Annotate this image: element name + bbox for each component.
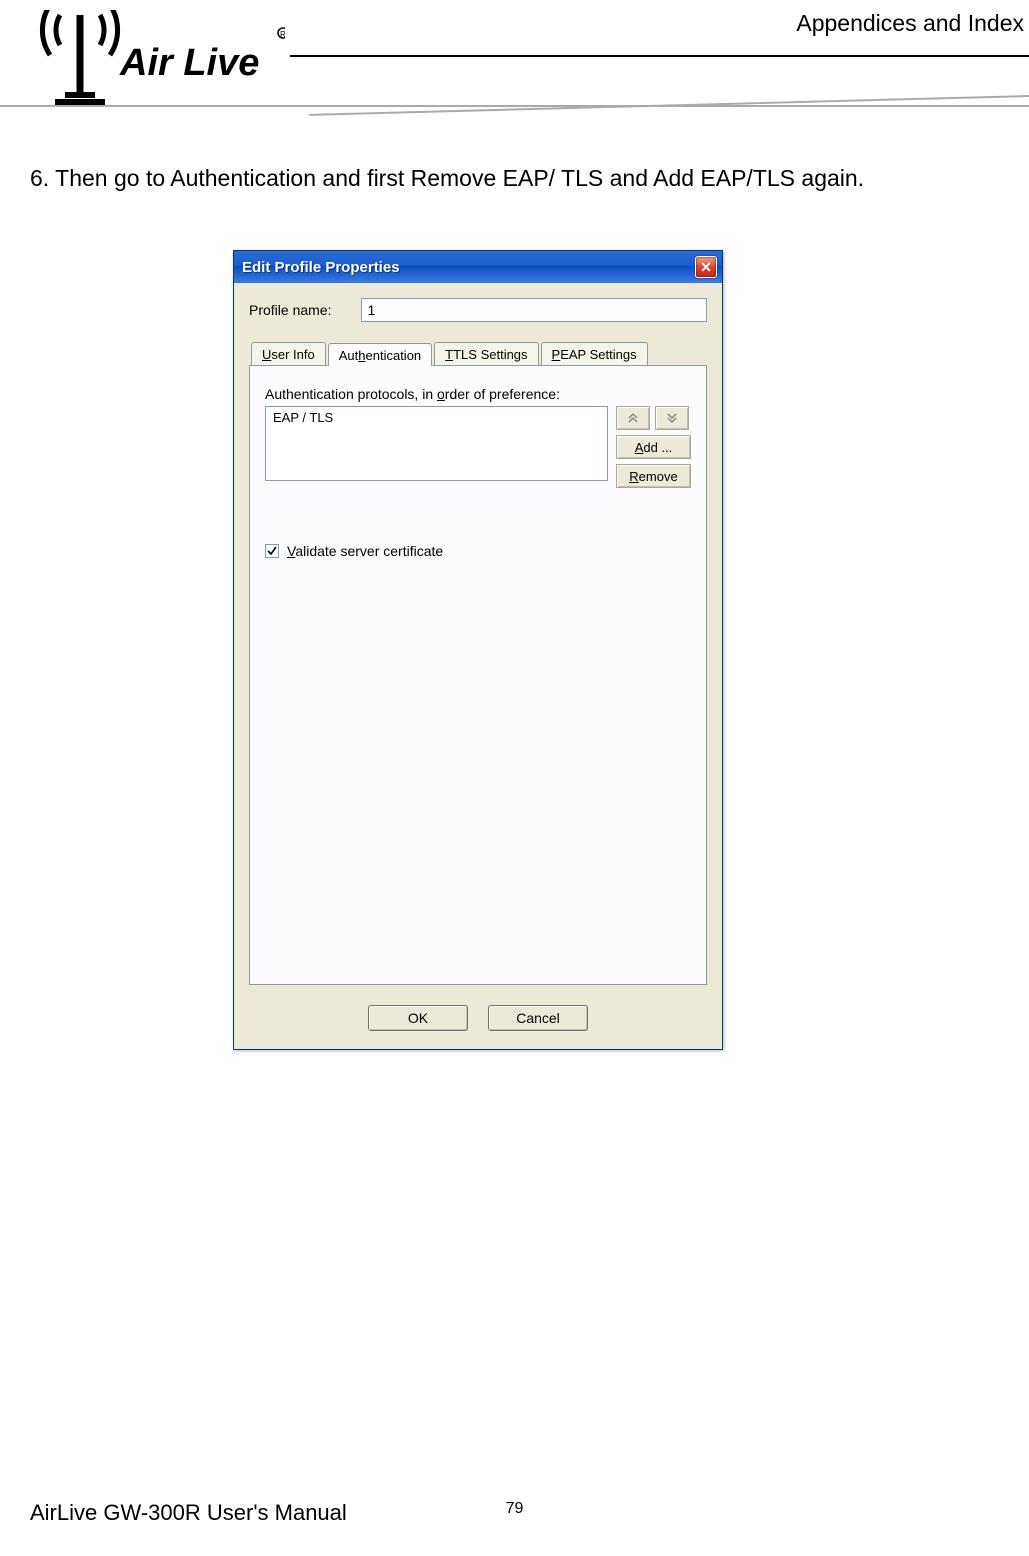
- close-button[interactable]: ✕: [695, 256, 717, 278]
- remove-button[interactable]: Remove: [616, 464, 691, 488]
- protocol-buttons: Add ... Remove: [616, 406, 691, 488]
- tab-panel-authentication: Authentication protocols, in order of pr…: [249, 365, 707, 985]
- tab-ttls-settings[interactable]: TTLS Settings: [434, 342, 538, 365]
- airlive-logo: Air Live R: [25, 10, 285, 110]
- manual-title: AirLive GW-300R User's Manual: [30, 1500, 347, 1526]
- page-number: 79: [506, 1500, 524, 1518]
- tab-user-info[interactable]: User Info: [251, 342, 326, 365]
- svg-text:Air Live: Air Live: [119, 42, 259, 84]
- validate-cert-row: Validate server certificate: [265, 543, 691, 559]
- instruction-text: 6. Then go to Authentication and first R…: [30, 165, 999, 192]
- page-footer: AirLive GW-300R User's Manual 79: [30, 1500, 999, 1526]
- tab-peap-settings[interactable]: PEAP Settings: [541, 342, 648, 365]
- move-down-button[interactable]: [655, 406, 689, 430]
- validate-cert-label: Validate server certificate: [287, 543, 443, 559]
- edit-profile-dialog: Edit Profile Properties ✕ Profile name: …: [233, 250, 723, 1050]
- dialog-body: Profile name: User Info Authentication T…: [234, 283, 722, 990]
- add-button[interactable]: Add ...: [616, 435, 691, 459]
- list-item[interactable]: EAP / TLS: [271, 409, 602, 426]
- move-up-button[interactable]: [616, 406, 650, 430]
- chevron-double-down-icon: [665, 411, 679, 425]
- svg-text:R: R: [280, 30, 285, 39]
- header-rule-dark: [290, 55, 1029, 57]
- dialog-footer: OK Cancel: [234, 990, 722, 1049]
- check-icon: [267, 546, 277, 556]
- protocols-listbox[interactable]: EAP / TLS: [265, 406, 608, 481]
- dialog-titlebar: Edit Profile Properties ✕: [234, 251, 722, 283]
- profile-name-label: Profile name:: [249, 302, 331, 318]
- validate-cert-checkbox[interactable]: [265, 544, 279, 558]
- tab-strip: User Info Authentication TTLS Settings P…: [251, 342, 707, 365]
- cancel-button[interactable]: Cancel: [488, 1005, 588, 1031]
- profile-name-row: Profile name:: [249, 298, 707, 322]
- auth-protocols-label: Authentication protocols, in order of pr…: [265, 386, 691, 402]
- ok-button[interactable]: OK: [368, 1005, 468, 1031]
- header-rule-light: [0, 105, 1029, 145]
- tab-authentication[interactable]: Authentication: [328, 343, 432, 366]
- profile-name-input[interactable]: [361, 298, 707, 322]
- page-header: Air Live R Appendices and Index: [0, 0, 1029, 130]
- protocols-row: EAP / TLS: [265, 406, 691, 488]
- section-title: Appendices and Index: [796, 10, 1029, 37]
- close-icon: ✕: [700, 259, 712, 276]
- chevron-double-up-icon: [626, 411, 640, 425]
- dialog-title: Edit Profile Properties: [242, 259, 695, 276]
